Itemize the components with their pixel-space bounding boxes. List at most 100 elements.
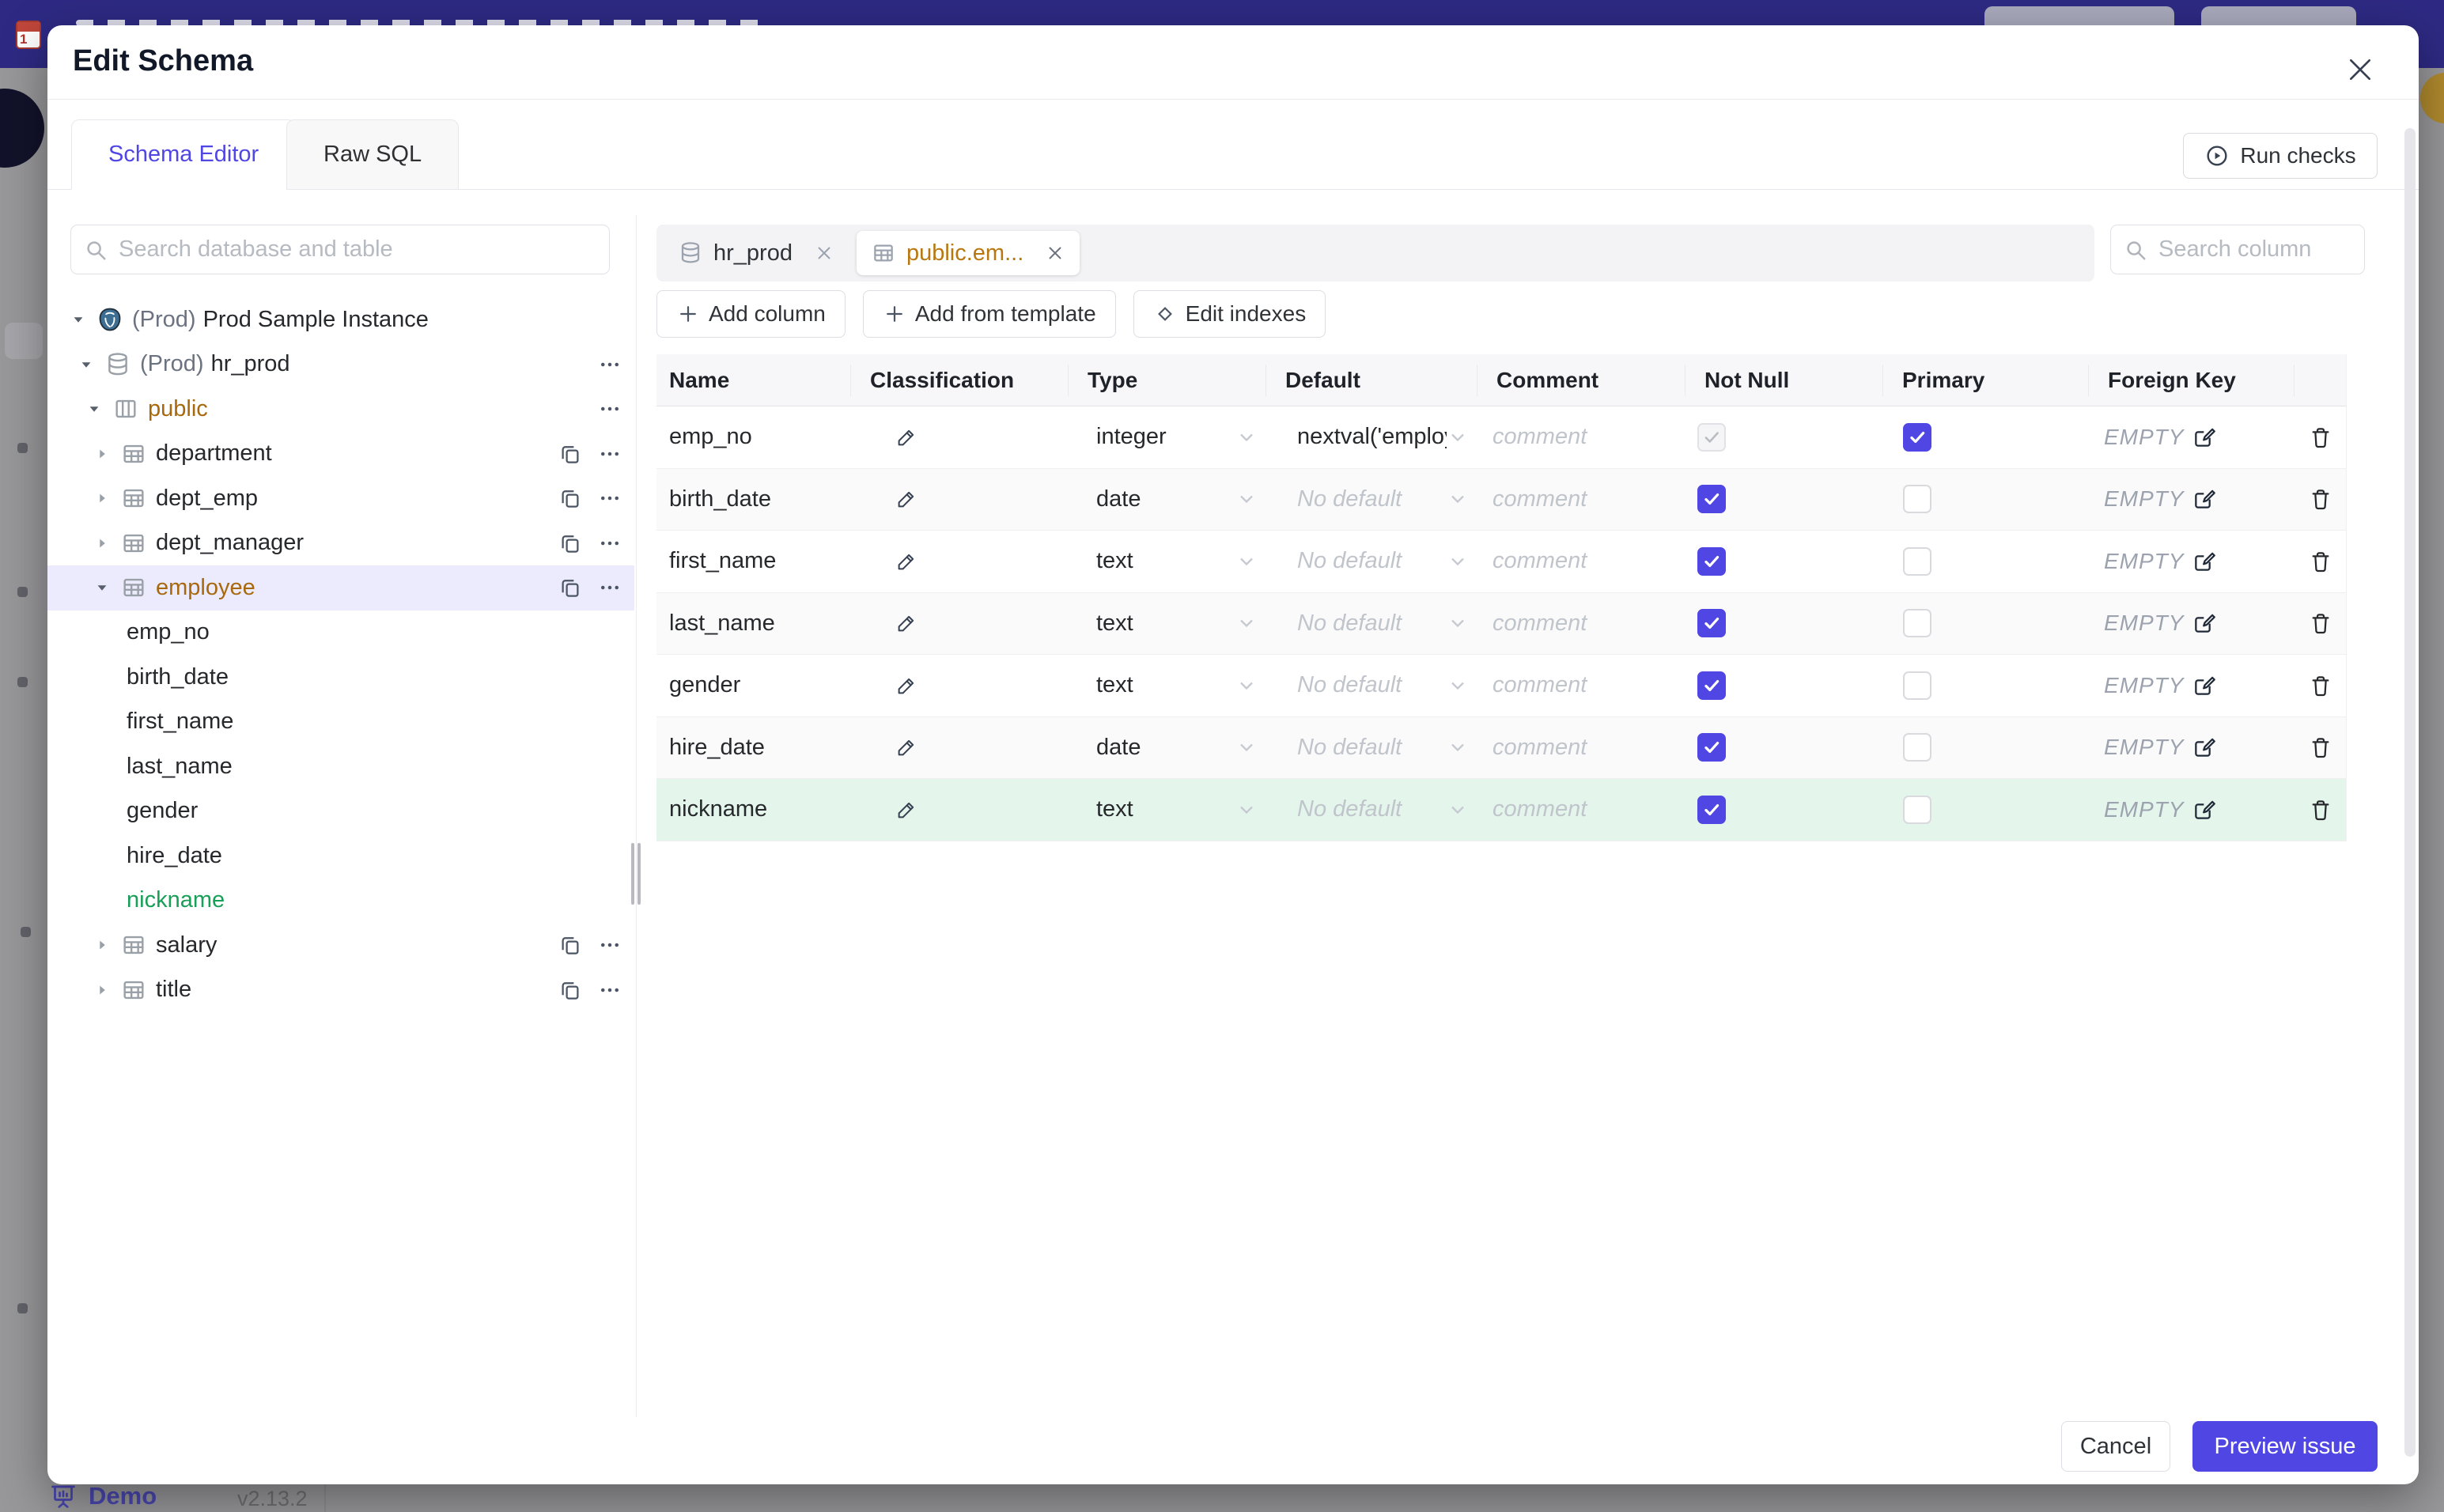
pencil-icon[interactable] <box>895 425 918 449</box>
trash-icon[interactable] <box>2308 610 2333 636</box>
primary-checkbox[interactable] <box>1903 733 1931 762</box>
caret-right-icon[interactable] <box>92 533 112 554</box>
tree-item-column-first-name[interactable]: first_name <box>47 700 634 745</box>
not-null-checkbox[interactable] <box>1697 733 1726 762</box>
tree-item-database[interactable]: (Prod) hr_prod <box>47 342 634 387</box>
more-icon[interactable] <box>598 353 622 376</box>
comment-field[interactable]: comment <box>1477 486 1685 512</box>
type-select[interactable]: text <box>1068 672 1266 698</box>
comment-field[interactable]: comment <box>1477 796 1685 822</box>
tree-item-table-department[interactable]: department <box>47 432 634 477</box>
not-null-checkbox[interactable] <box>1697 485 1726 514</box>
more-icon[interactable] <box>598 531 622 555</box>
edit-fk-icon[interactable] <box>2192 673 2217 698</box>
type-select[interactable]: text <box>1068 610 1266 637</box>
type-select[interactable]: integer <box>1068 424 1266 450</box>
default-select[interactable]: No default <box>1266 610 1477 637</box>
more-icon[interactable] <box>598 978 622 1002</box>
pencil-icon[interactable] <box>895 674 918 697</box>
add-column-button[interactable]: Add column <box>656 290 846 338</box>
edit-indexes-button[interactable]: Edit indexes <box>1133 290 1326 338</box>
more-icon[interactable] <box>598 397 622 421</box>
pencil-icon[interactable] <box>895 798 918 822</box>
primary-checkbox[interactable] <box>1903 671 1931 700</box>
caret-down-icon[interactable] <box>84 399 104 419</box>
edit-fk-icon[interactable] <box>2192 797 2217 822</box>
editor-tab-hr-prod[interactable]: hr_prod <box>664 231 849 275</box>
close-tab-button[interactable] <box>1045 243 1065 263</box>
trash-icon[interactable] <box>2308 549 2333 574</box>
edit-fk-icon[interactable] <box>2192 735 2217 760</box>
caret-down-icon[interactable] <box>68 309 89 330</box>
edit-fk-icon[interactable] <box>2192 486 2217 512</box>
pencil-icon[interactable] <box>895 487 918 511</box>
copy-icon[interactable] <box>558 933 582 957</box>
type-select[interactable]: text <box>1068 548 1266 574</box>
caret-down-icon[interactable] <box>92 577 112 598</box>
comment-field[interactable]: comment <box>1477 548 1685 574</box>
more-icon[interactable] <box>598 442 622 466</box>
copy-icon[interactable] <box>558 531 582 555</box>
tree-item-column-emp-no[interactable]: emp_no <box>47 610 634 656</box>
default-select[interactable]: No default <box>1266 548 1477 574</box>
primary-checkbox[interactable] <box>1903 422 1931 452</box>
primary-checkbox[interactable] <box>1903 609 1931 638</box>
default-select[interactable]: No default <box>1266 486 1477 512</box>
column-search[interactable] <box>2110 225 2365 274</box>
comment-field[interactable]: comment <box>1477 735 1685 761</box>
column-name[interactable]: birth_date <box>656 486 850 512</box>
tree-item-instance[interactable]: (Prod) Prod Sample Instance <box>47 297 634 342</box>
comment-field[interactable]: comment <box>1477 610 1685 637</box>
type-select[interactable]: date <box>1068 486 1266 512</box>
tab-schema-editor[interactable]: Schema Editor <box>71 119 297 190</box>
tree-item-table-dept-emp[interactable]: dept_emp <box>47 476 634 521</box>
comment-field[interactable]: comment <box>1477 424 1685 450</box>
tree-item-table-title[interactable]: title <box>47 968 634 1013</box>
tree-item-column-gender[interactable]: gender <box>47 789 634 834</box>
pencil-icon[interactable] <box>895 735 918 759</box>
trash-icon[interactable] <box>2308 425 2333 450</box>
default-select[interactable]: No default <box>1266 735 1477 761</box>
pencil-icon[interactable] <box>895 611 918 635</box>
comment-field[interactable]: comment <box>1477 672 1685 698</box>
caret-right-icon[interactable] <box>92 488 112 508</box>
tree-item-column-nickname[interactable]: nickname <box>47 879 634 924</box>
preview-issue-button[interactable]: Preview issue <box>2192 1421 2378 1472</box>
tab-raw-sql[interactable]: Raw SQL <box>286 119 460 190</box>
column-name[interactable]: hire_date <box>656 735 850 761</box>
tree-item-table-employee[interactable]: employee <box>47 565 634 610</box>
default-select[interactable]: nextval('employ <box>1266 424 1477 450</box>
caret-right-icon[interactable] <box>92 935 112 955</box>
tree-item-schema-public[interactable]: public <box>47 387 634 432</box>
tree-item-column-birth-date[interactable]: birth_date <box>47 655 634 700</box>
edit-fk-icon[interactable] <box>2192 549 2217 574</box>
run-checks-button[interactable]: Run checks <box>2183 133 2378 179</box>
not-null-checkbox[interactable] <box>1697 609 1726 638</box>
trash-icon[interactable] <box>2308 797 2333 822</box>
trash-icon[interactable] <box>2308 673 2333 698</box>
type-select[interactable]: date <box>1068 735 1266 761</box>
more-icon[interactable] <box>598 576 622 599</box>
primary-checkbox[interactable] <box>1903 546 1931 576</box>
panel-resize-handle[interactable] <box>631 843 642 905</box>
copy-icon[interactable] <box>558 442 582 466</box>
caret-down-icon[interactable] <box>76 354 96 375</box>
primary-checkbox[interactable] <box>1903 795 1931 824</box>
not-null-checkbox[interactable] <box>1697 546 1726 576</box>
tree-item-table-dept-manager[interactable]: dept_manager <box>47 521 634 566</box>
edit-fk-icon[interactable] <box>2192 610 2217 636</box>
cancel-button[interactable]: Cancel <box>2061 1421 2170 1472</box>
database-search[interactable] <box>70 225 610 274</box>
primary-checkbox[interactable] <box>1903 485 1931 514</box>
close-button[interactable] <box>2341 51 2379 89</box>
type-select[interactable]: text <box>1068 796 1266 822</box>
column-name[interactable]: emp_no <box>656 424 850 450</box>
add-from-template-button[interactable]: Add from template <box>862 290 1116 338</box>
default-select[interactable]: No default <box>1266 672 1477 698</box>
caret-right-icon[interactable] <box>92 444 112 464</box>
trash-icon[interactable] <box>2308 735 2333 760</box>
column-search-input[interactable] <box>2157 236 2351 263</box>
default-select[interactable]: No default <box>1266 796 1477 822</box>
tree-item-table-salary[interactable]: salary <box>47 923 634 968</box>
edit-fk-icon[interactable] <box>2192 425 2217 450</box>
